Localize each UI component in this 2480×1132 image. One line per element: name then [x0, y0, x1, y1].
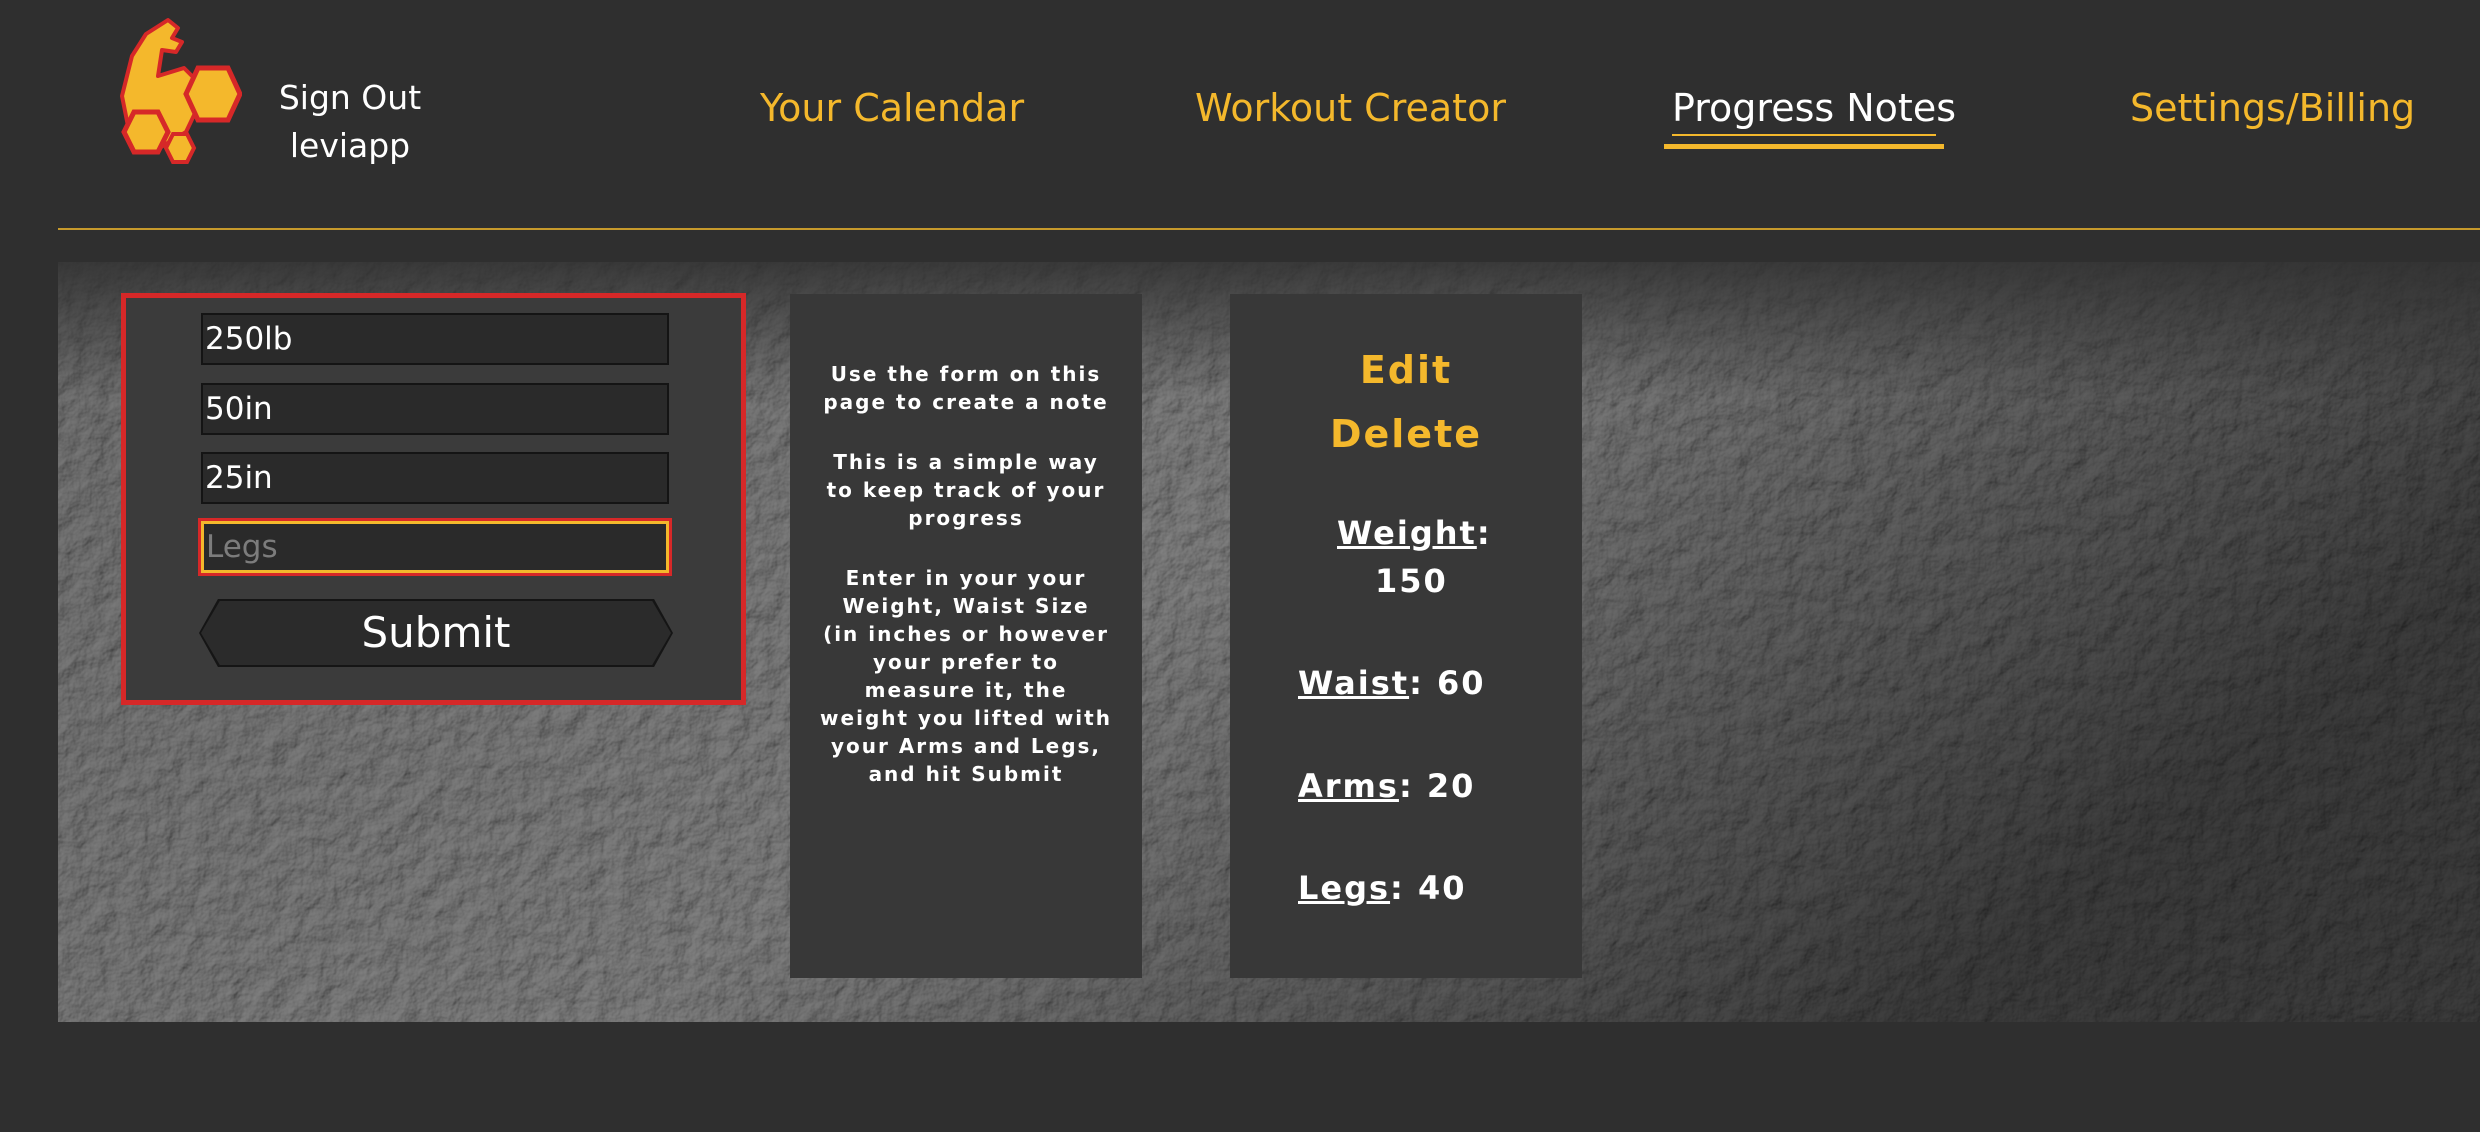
waist-field[interactable]	[201, 383, 669, 435]
nav-workout-creator[interactable]: Workout Creator	[1195, 82, 1506, 134]
arms-stat-value: 20	[1426, 767, 1476, 805]
stat-separator: :	[1409, 664, 1437, 702]
submit-button[interactable]: Submit	[201, 601, 671, 665]
delete-link[interactable]: Delete	[1230, 412, 1582, 456]
stat-separator: :	[1398, 767, 1427, 805]
stat-separator: :	[1390, 869, 1418, 907]
progress-note-card: Edit Delete Weight: 150 Waist: 60 Arms: …	[1230, 294, 1582, 978]
active-nav-indicator	[1664, 144, 1944, 149]
weight-stat-label: Weight	[1337, 514, 1477, 552]
legs-stat-value: 40	[1417, 869, 1467, 907]
legs-stat: Legs: 40	[1298, 869, 1467, 907]
sign-out-link[interactable]: Sign Out	[270, 74, 430, 122]
stat-separator: :	[1476, 514, 1492, 552]
weight-field[interactable]	[201, 313, 669, 365]
flexed-arm-logo-icon[interactable]	[116, 16, 243, 170]
instruction-track-progress: This is a simple way to keep track of yo…	[826, 450, 1106, 530]
edit-link[interactable]: Edit	[1230, 348, 1582, 392]
progress-note-form: Submit	[121, 293, 746, 705]
header-divider	[58, 228, 2480, 230]
nav-your-calendar[interactable]: Your Calendar	[760, 82, 1024, 134]
weight-stat-value: 150	[1375, 562, 1448, 600]
arms-stat-label: Arms	[1298, 767, 1399, 805]
active-nav-underline	[1672, 134, 1936, 136]
arms-field[interactable]	[201, 452, 669, 504]
waist-stat-label: Waist	[1298, 664, 1410, 702]
nav-settings-billing[interactable]: Settings/Billing	[2130, 82, 2415, 134]
instruction-enter-values: Enter in your your Weight, Waist Size (i…	[820, 566, 1112, 786]
waist-stat-value: 60	[1437, 664, 1486, 702]
legs-field[interactable]	[201, 521, 669, 573]
instructions-panel: Use the form on this page to create a no…	[790, 294, 1142, 978]
weight-stat: Weight:	[1337, 514, 1492, 552]
nav-progress-notes[interactable]: Progress Notes	[1672, 82, 1956, 134]
username-label: leviapp	[289, 126, 411, 165]
legs-stat-label: Legs	[1298, 869, 1391, 907]
arms-stat: Arms: 20	[1298, 767, 1475, 805]
waist-stat: Waist: 60	[1298, 664, 1486, 702]
instruction-create-note: Use the form on this page to create a no…	[823, 362, 1109, 414]
account-menu: Sign Out leviapp	[270, 74, 430, 170]
